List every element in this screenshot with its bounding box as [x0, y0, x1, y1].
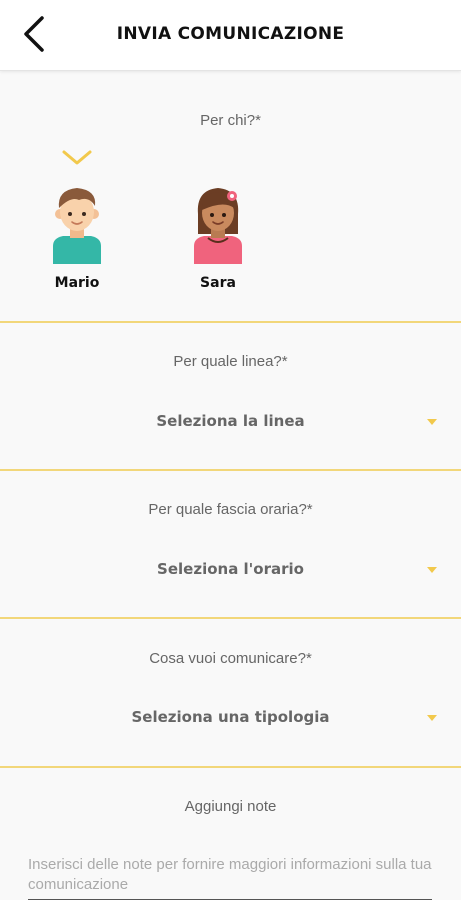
child-sara[interactable]: Sara — [178, 184, 258, 291]
timeslot-select[interactable]: Seleziona l'orario — [0, 550, 461, 590]
line-select-label: Seleziona la linea — [156, 412, 305, 430]
page-title: INVIA COMUNICAZIONE — [116, 24, 345, 44]
type-question: Cosa vuoi comunicare?* — [149, 650, 312, 667]
child-mario[interactable]: Mario — [37, 184, 117, 291]
notes-label: Aggiungi note — [184, 798, 277, 815]
caret-down-icon — [427, 419, 437, 425]
type-select[interactable]: Seleziona una tipologia — [0, 698, 461, 738]
timeslot-select-label: Seleziona l'orario — [157, 560, 304, 578]
caret-down-icon — [427, 715, 437, 721]
line-select[interactable]: Seleziona la linea — [0, 402, 461, 442]
caret-down-icon — [427, 567, 437, 573]
girl-avatar — [194, 188, 242, 264]
child-name: Mario — [54, 275, 100, 291]
section-divider — [0, 766, 461, 768]
section-divider — [0, 469, 461, 471]
notes-input[interactable] — [28, 855, 432, 900]
timeslot-question: Per quale fascia oraria?* — [148, 501, 313, 518]
type-select-label: Seleziona una tipologia — [131, 708, 330, 726]
chevron-down-icon — [62, 150, 92, 165]
line-question: Per quale linea?* — [173, 353, 288, 370]
section-divider — [0, 617, 461, 619]
child-name: Sara — [200, 275, 236, 291]
app-header: INVIA COMUNICAZIONE — [0, 0, 461, 71]
recipients-question: Per chi?* — [200, 112, 261, 129]
section-divider — [0, 321, 461, 323]
boy-avatar — [53, 188, 101, 264]
